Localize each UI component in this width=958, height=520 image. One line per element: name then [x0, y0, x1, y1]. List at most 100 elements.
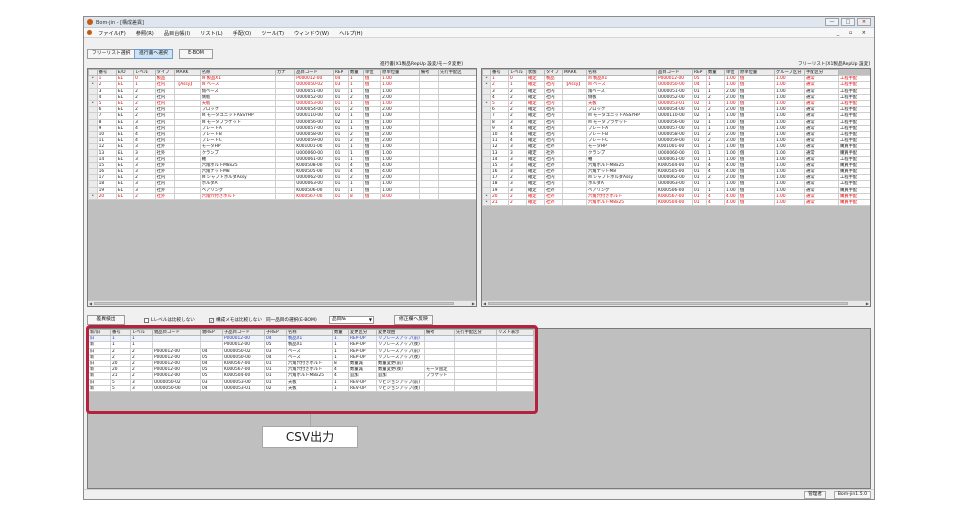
table-cell[interactable]	[173, 192, 201, 200]
table-cell[interactable]: 4.00	[724, 198, 739, 207]
status-user: 管理者	[804, 491, 826, 499]
apply-correction-button[interactable]: 修正欄へ反映	[394, 315, 433, 325]
scroll-left-icon[interactable]: ◀	[483, 301, 486, 306]
left-grid-caption: 進行書[X1製品RepUp 設変/モータ変更]	[380, 62, 463, 67]
table-cell[interactable]: 21	[490, 198, 509, 207]
table-cell[interactable]: 5	[110, 384, 131, 392]
menu-item[interactable]: 品目台帳(I)	[164, 30, 190, 37]
menu-item[interactable]: ヘルプ(H)	[339, 30, 363, 37]
table-cell[interactable]: 2	[133, 192, 156, 200]
left-horizontal-scrollbar[interactable]: ◀ ▶	[88, 300, 476, 306]
table-cell[interactable]: 20	[96, 192, 117, 200]
app-window: Bom-jin - [構成差異] — □ × ファイル(F) 参照(R) 品目台帳(…	[83, 16, 875, 500]
scroll-thumb[interactable]	[94, 302, 454, 305]
scroll-right-icon[interactable]: ▶	[866, 301, 869, 306]
scroll-thumb[interactable]	[488, 302, 848, 305]
table-cell[interactable]: 04	[200, 384, 223, 392]
table-cell[interactable]: リビジョンアップ(後)	[376, 384, 425, 392]
document-icon	[87, 30, 92, 35]
table-cell[interactable]: 個	[738, 198, 775, 207]
right-bom-table: 番号 レベル 状態 タイプ MARK 名称 品目コード REP 数量 単位 原単位量 グループ区分 手配…	[482, 69, 870, 207]
right-horizontal-scrollbar[interactable]: ◀ ▶	[482, 300, 870, 306]
struct-memo-checkbox[interactable]: ✓ 構成メモは比較しない	[209, 317, 262, 323]
row-marker[interactable]: *	[482, 198, 491, 207]
table-cell[interactable]: 8	[347, 192, 364, 200]
table-cell[interactable]: 個	[362, 192, 382, 200]
table-cell[interactable]: 8.00	[380, 192, 420, 200]
table-row[interactable]: * 20 EL 2 社外 六角穴付きボルト K000567-00 01 8 個 8.00	[88, 192, 476, 200]
table-row[interactable]: 新 5 3 U000050-00 04 U000053-01 02 天板 1 REV-UP リビジョ…	[88, 384, 534, 392]
menu-item[interactable]: リスト(L)	[200, 30, 223, 37]
table-cell[interactable]: U000053-01	[222, 384, 265, 392]
menu-item[interactable]: ファイル(F)	[98, 30, 126, 37]
column-header[interactable]: グループ区分	[774, 69, 805, 77]
table-cell[interactable]	[424, 384, 455, 392]
table-cell[interactable]	[454, 384, 497, 392]
app-logo-icon	[87, 19, 93, 25]
scroll-right-icon[interactable]: ▶	[472, 301, 475, 306]
minimize-button[interactable]: —	[825, 18, 839, 26]
table-cell[interactable]: 3	[130, 384, 153, 392]
table-cell[interactable]: 確定	[526, 198, 545, 207]
level-compare-checkbox[interactable]: Lレベルは比較しない	[144, 317, 195, 323]
sourcebook-select-button[interactable]: 進行書へ選択	[134, 49, 173, 59]
table-cell[interactable]: リプレースアップ(後)	[376, 341, 425, 349]
close-button[interactable]: ×	[857, 18, 871, 26]
table-cell[interactable]: 通常	[804, 198, 839, 207]
menu-item[interactable]: ツール(T)	[261, 30, 284, 37]
table-cell[interactable]: 4	[706, 198, 725, 207]
status-version: Bom-jin1.5.0	[833, 491, 871, 499]
left-bom-grid[interactable]: 番号 E/O レベル タイプ MARK 名称 カナ 品目コード REP 数量 単位 原単位量 備考 先行手…	[87, 68, 477, 307]
table-cell[interactable]: リプレースアップ(後)	[376, 353, 425, 361]
menu-item[interactable]: 手配(O)	[233, 30, 252, 37]
menu-item[interactable]: 参照(R)	[136, 30, 154, 37]
table-cell[interactable]: EL	[115, 192, 135, 200]
menu-item[interactable]: ウィンドウ(W)	[294, 30, 329, 37]
table-cell[interactable]: REV-UP	[348, 384, 377, 392]
table-cell[interactable]: 六角穴付きボルト	[199, 192, 276, 200]
checkbox-label: 構成メモは比較しない	[216, 318, 262, 323]
diff-result-grid[interactable]: 新/旧 番号 レベル 親品目コード 親REP 子品目コード 子REP 名称 数量 変更区分 変更理由…	[87, 328, 871, 489]
table-row[interactable]: * 21 2 確定 社外 六角ボルトM8x25 K000504-00 01 4 4.00 個 1.00…	[482, 198, 870, 207]
right-bom-grid[interactable]: 番号 レベル 状態 タイプ MARK 名称 品目コード REP 数量 単位 原単位量 グループ区分 手配…	[481, 68, 871, 307]
maximize-button[interactable]: □	[841, 18, 855, 26]
table-cell[interactable]	[418, 192, 440, 200]
mdi-controls[interactable]: _ ▫ ×	[837, 30, 870, 36]
table-cell[interactable]: K000504-00	[656, 198, 693, 207]
table-cell[interactable]: 新	[88, 384, 111, 392]
scroll-left-icon[interactable]: ◀	[89, 301, 92, 306]
table-cell[interactable]: 六角ボルトM8x25	[586, 198, 657, 207]
left-bom-table: 番号 E/O レベル タイプ MARK 名称 カナ 品目コード REP 数量 単位 原単位量 備考 先行手…	[88, 69, 476, 200]
detect-diff-button[interactable]: 差異検出	[87, 315, 125, 325]
table-cell[interactable]: 社外	[154, 192, 175, 200]
csv-output-callout: CSV出力	[262, 426, 358, 448]
checkbox-box[interactable]	[144, 317, 149, 323]
table-cell[interactable]: U000050-00	[152, 384, 201, 392]
table-cell[interactable]	[496, 384, 534, 392]
table-cell[interactable]: 02	[264, 384, 287, 392]
menu-bar: ファイル(F) 参照(R) 品目台帳(I) リスト(L) 手配(O) ツール(T) ウィンド…	[84, 28, 874, 38]
table-cell[interactable]: 社外	[544, 198, 563, 207]
row-marker[interactable]: *	[88, 192, 98, 200]
checkbox-checked-icon[interactable]: ✓	[209, 317, 214, 323]
table-cell[interactable]: 01	[332, 192, 349, 200]
table-cell[interactable]: 1.00	[774, 198, 805, 207]
ebom-button[interactable]: E-BOM	[179, 49, 213, 59]
menu-items: ファイル(F) 参照(R) 品目台帳(I) リスト(L) 手配(O) ツール(T) ウィンド…	[98, 30, 363, 37]
table-cell[interactable]: リビジョンアップ(前)	[376, 378, 425, 386]
same-item-label: 同一品目の選択(E-BOM)	[266, 318, 317, 323]
table-cell[interactable]	[438, 192, 476, 200]
table-cell[interactable]: リプレースアップ(前)	[376, 347, 425, 355]
table-cell[interactable]: K000567-00	[294, 192, 334, 200]
table-cell[interactable]	[274, 192, 296, 200]
table-cell[interactable]	[562, 198, 587, 207]
table-cell[interactable]: 購買手配	[838, 198, 870, 207]
table-cell[interactable]: 天板	[286, 384, 333, 392]
table-cell[interactable]: 1	[332, 384, 349, 392]
item-no-select[interactable]: 品目№ ▼	[329, 316, 374, 324]
diff-controls: 差異検出 Lレベルは比較しない ✓ 構成メモは比較しない 同一品目の選択(E-B…	[84, 315, 874, 327]
table-cell[interactable]: 2	[508, 198, 527, 207]
table-cell[interactable]: リプレースアップ(前)	[376, 335, 425, 343]
freelist-select-button[interactable]: フリーリスト選択	[87, 49, 136, 59]
table-cell[interactable]: 01	[692, 198, 707, 207]
